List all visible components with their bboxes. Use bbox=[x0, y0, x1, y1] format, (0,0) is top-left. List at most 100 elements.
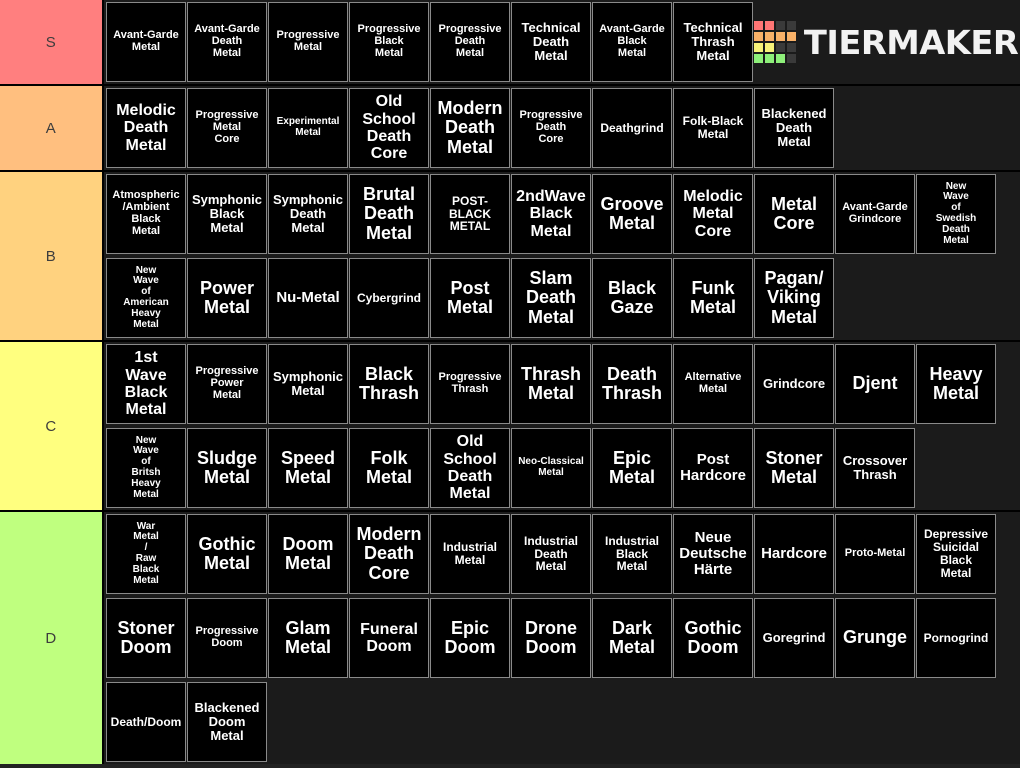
tier-item[interactable]: War Metal / Raw Black Metal bbox=[106, 514, 186, 594]
tier-item[interactable]: Proto-Metal bbox=[835, 514, 915, 594]
tier-item[interactable]: New Wave of Swedish Death Metal bbox=[916, 174, 996, 254]
tier-item[interactable]: Avant-Garde Death Metal bbox=[187, 2, 267, 82]
tier-item[interactable]: Sludge Metal bbox=[187, 428, 267, 508]
tier-item[interactable]: Modern Death Metal bbox=[430, 88, 510, 168]
tier-items-s[interactable]: Avant-Garde Metal Avant-Garde Death Metal Pro… bbox=[102, 0, 1020, 84]
tier-item[interactable]: Doom Metal bbox=[268, 514, 348, 594]
tier-item[interactable]: Groove Metal bbox=[592, 174, 672, 254]
tier-item[interactable]: Old School Death Metal bbox=[430, 428, 510, 508]
tier-items-d[interactable]: War Metal / Raw Black Metal Gothic Metal Doom Met… bbox=[102, 512, 1020, 764]
tier-item[interactable]: Drone Doom bbox=[511, 598, 591, 678]
tier-item[interactable]: Dark Metal bbox=[592, 598, 672, 678]
tier-item[interactable]: Thrash Metal bbox=[511, 344, 591, 424]
tier-item[interactable]: Industrial Death Metal bbox=[511, 514, 591, 594]
tier-item[interactable]: Cybergrind bbox=[349, 258, 429, 338]
tier-label-c[interactable]: C bbox=[0, 342, 102, 510]
tier-item[interactable]: Slam Death Metal bbox=[511, 258, 591, 338]
tier-item[interactable]: Blackened Doom Metal bbox=[187, 682, 267, 762]
tier-item[interactable]: Progressive Metal Core bbox=[187, 88, 267, 168]
tier-item[interactable]: Post Hardcore bbox=[673, 428, 753, 508]
tier-item[interactable]: Nu-Metal bbox=[268, 258, 348, 338]
tier-item[interactable]: Brutal Death Metal bbox=[349, 174, 429, 254]
tier-item[interactable]: Avant-Garde Black Metal bbox=[592, 2, 672, 82]
tier-item-label: Modern Death Metal bbox=[437, 97, 503, 157]
tier-label-d[interactable]: D bbox=[0, 512, 102, 764]
tier-item[interactable]: Hardcore bbox=[754, 514, 834, 594]
tier-item[interactable]: Progressive Metal bbox=[268, 2, 348, 82]
tier-item[interactable]: Post Metal bbox=[430, 258, 510, 338]
tier-item[interactable]: Melodic Metal Core bbox=[673, 174, 753, 254]
tier-item[interactable]: Progressive Death Metal bbox=[430, 2, 510, 82]
tier-item[interactable]: Blackened Death Metal bbox=[754, 88, 834, 168]
tier-item[interactable]: Black Thrash bbox=[349, 344, 429, 424]
tier-item[interactable]: Glam Metal bbox=[268, 598, 348, 678]
tier-item[interactable]: Black Gaze bbox=[592, 258, 672, 338]
tier-item-label: Progressive Doom bbox=[195, 625, 259, 649]
tier-item-label: Glam Metal bbox=[284, 617, 331, 657]
tier-item-label: Funeral Doom bbox=[360, 620, 418, 655]
tier-items-b[interactable]: Atmospheric/Ambient Black Metal Symphonic Bl… bbox=[102, 172, 1020, 340]
tier-item[interactable]: Power Metal bbox=[187, 258, 267, 338]
tier-item[interactable]: Pagan/Viking Metal bbox=[754, 258, 834, 338]
tier-items-a[interactable]: Melodic Death Metal Progressive Metal Core Exp… bbox=[102, 86, 1020, 170]
tier-item[interactable]: Crossover Thrash bbox=[835, 428, 915, 508]
tiermaker-logo[interactable]: TIERMAKER bbox=[754, 2, 1020, 82]
tier-item[interactable]: Alternative Metal bbox=[673, 344, 753, 424]
tier-item[interactable]: Metal Core bbox=[754, 174, 834, 254]
tier-item[interactable]: Depressive Suicidal Black Metal bbox=[916, 514, 996, 594]
tier-item[interactable]: Gothic Doom bbox=[673, 598, 753, 678]
tier-item[interactable]: Atmospheric/Ambient Black Metal bbox=[106, 174, 186, 254]
tier-item[interactable]: Grunge bbox=[835, 598, 915, 678]
tier-item[interactable]: Stoner Doom bbox=[106, 598, 186, 678]
tier-item[interactable]: 1st Wave Black Metal bbox=[106, 344, 186, 424]
tier-label-b[interactable]: B bbox=[0, 172, 102, 340]
tier-item[interactable]: Symphonic Metal bbox=[268, 344, 348, 424]
tier-item[interactable]: 2ndWave Black Metal bbox=[511, 174, 591, 254]
tier-item[interactable]: New Wave of Britsh Heavy Metal bbox=[106, 428, 186, 508]
tier-item[interactable]: Progressive Thrash bbox=[430, 344, 510, 424]
tier-item[interactable]: Progressive Doom bbox=[187, 598, 267, 678]
tier-items-c[interactable]: 1st Wave Black Metal Progressive Power Metal Sy… bbox=[102, 342, 1020, 510]
tier-item[interactable]: Symphonic Black Metal bbox=[187, 174, 267, 254]
tier-item[interactable]: Grindcore bbox=[754, 344, 834, 424]
tier-label-a[interactable]: A bbox=[0, 86, 102, 170]
tier-item[interactable]: Neo-Classical Metal bbox=[511, 428, 591, 508]
tier-item[interactable]: Industrial Black Metal bbox=[592, 514, 672, 594]
tier-item[interactable]: New Wave of American Heavy Metal bbox=[106, 258, 186, 338]
tier-item[interactable]: Melodic Death Metal bbox=[106, 88, 186, 168]
tier-item[interactable]: Pornogrind bbox=[916, 598, 996, 678]
tier-item[interactable]: Progressive Death Core bbox=[511, 88, 591, 168]
tier-item[interactable]: Experimental Metal bbox=[268, 88, 348, 168]
tier-item[interactable]: POST-BLACK METAL bbox=[430, 174, 510, 254]
tier-item-row: 1st Wave Black Metal Progressive Power Metal Sy… bbox=[104, 342, 1020, 426]
tier-item[interactable]: Folk-Black Metal bbox=[673, 88, 753, 168]
tier-item[interactable]: Death/Doom bbox=[106, 682, 186, 762]
tier-item[interactable]: Deathgrind bbox=[592, 88, 672, 168]
tier-item[interactable]: Death Thrash bbox=[592, 344, 672, 424]
tier-item-label: Old School Death Metal bbox=[443, 433, 497, 503]
tier-label-s[interactable]: S bbox=[0, 0, 102, 84]
tier-item[interactable]: Progressive Power Metal bbox=[187, 344, 267, 424]
tier-item[interactable]: Speed Metal bbox=[268, 428, 348, 508]
tier-item[interactable]: Old School Death Core bbox=[349, 88, 429, 168]
tier-item[interactable]: Technical Death Metal bbox=[511, 2, 591, 82]
tier-item[interactable]: Avant-Garde Metal bbox=[106, 2, 186, 82]
tier-item[interactable]: Neue Deutsche Härte bbox=[673, 514, 753, 594]
tier-item[interactable]: Industrial Metal bbox=[430, 514, 510, 594]
tier-item[interactable]: Epic Doom bbox=[430, 598, 510, 678]
tier-item[interactable]: Folk Metal bbox=[349, 428, 429, 508]
tier-item[interactable]: Avant-Garde Grindcore bbox=[835, 174, 915, 254]
tier-item[interactable]: Epic Metal bbox=[592, 428, 672, 508]
tier-item[interactable]: Goregrind bbox=[754, 598, 834, 678]
tier-item[interactable]: Technical Thrash Metal bbox=[673, 2, 753, 82]
tier-item[interactable]: Heavy Metal bbox=[916, 344, 996, 424]
tier-item-label: Proto-Metal bbox=[844, 547, 906, 560]
tier-item[interactable]: Progressive Black Metal bbox=[349, 2, 429, 82]
tier-item[interactable]: Modern Death Core bbox=[349, 514, 429, 594]
tier-item[interactable]: Symphonic Death Metal bbox=[268, 174, 348, 254]
tier-item[interactable]: Funeral Doom bbox=[349, 598, 429, 678]
tier-item[interactable]: Djent bbox=[835, 344, 915, 424]
tier-item[interactable]: Funk Metal bbox=[673, 258, 753, 338]
tier-item[interactable]: Gothic Metal bbox=[187, 514, 267, 594]
tier-item[interactable]: Stoner Metal bbox=[754, 428, 834, 508]
